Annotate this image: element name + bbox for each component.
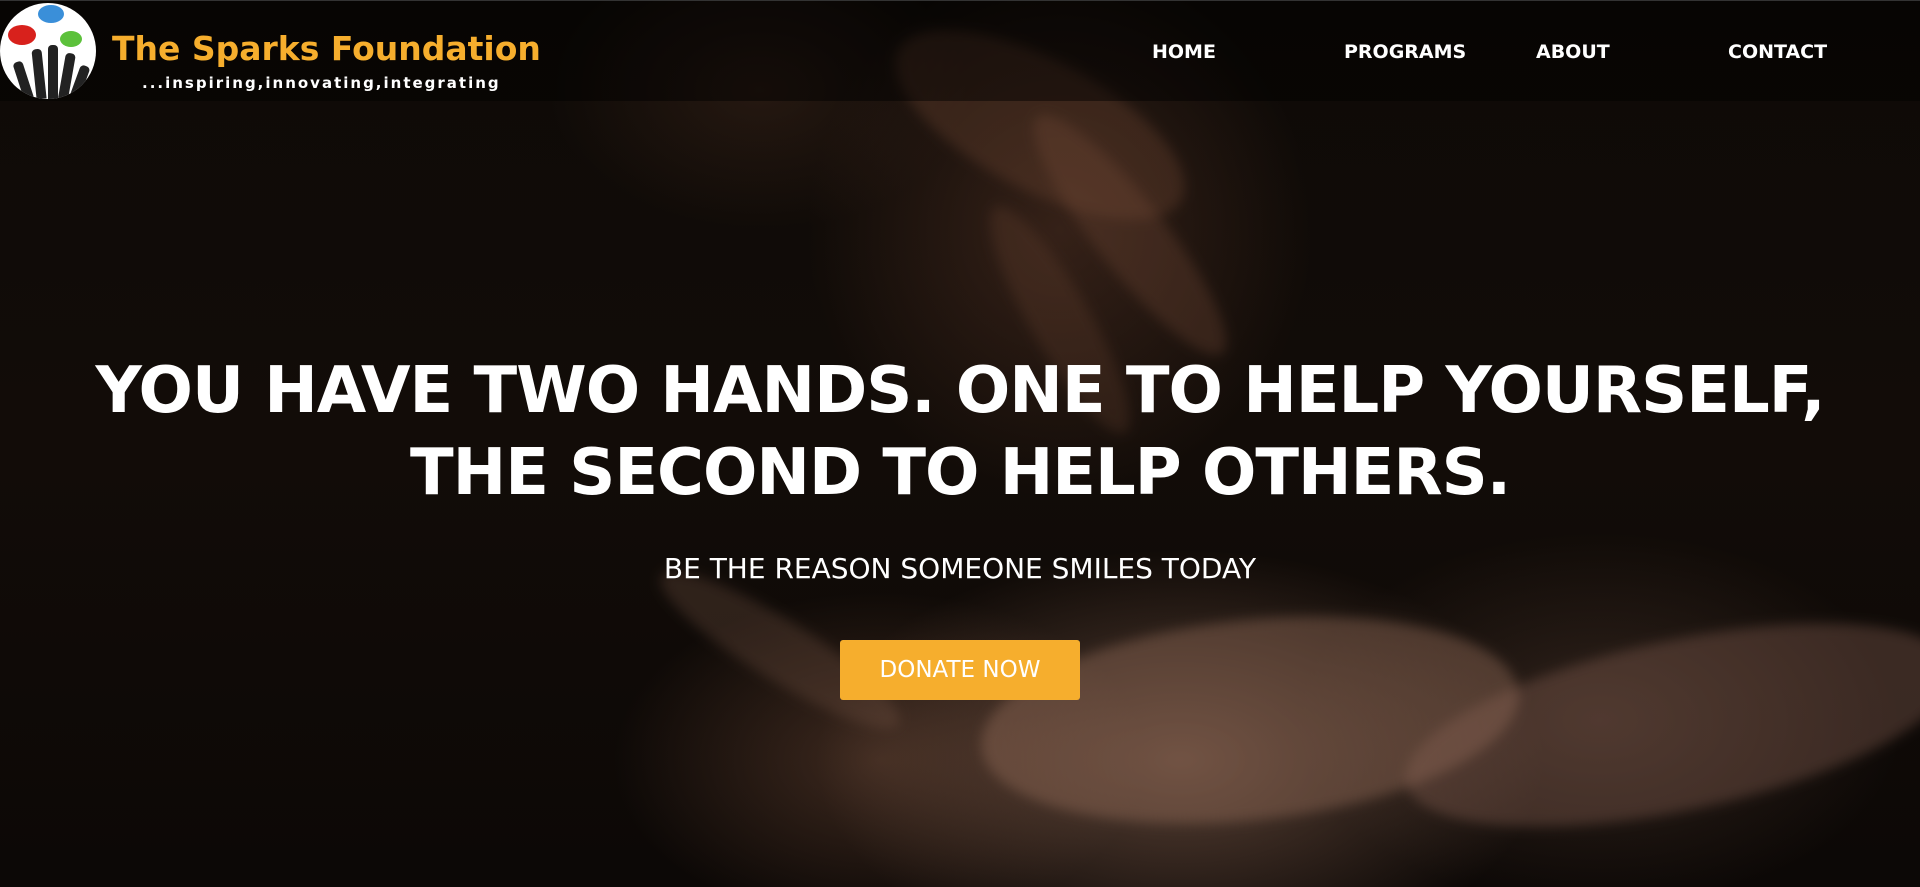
brand-tagline: ...inspiring,innovating,integrating bbox=[142, 74, 501, 92]
hero-subheadline: BE THE REASON SOMEONE SMILES TODAY bbox=[663, 552, 1257, 585]
donate-now-button[interactable]: DONATE NOW bbox=[840, 640, 1080, 700]
headline-line-2: THE SECOND TO HELP OTHERS. bbox=[410, 436, 1511, 510]
hand-image-shape bbox=[1388, 583, 1920, 867]
raised-hand-icon bbox=[48, 45, 58, 99]
logo-icon[interactable] bbox=[0, 3, 96, 99]
nav-contact-link[interactable]: CONTACT bbox=[1728, 41, 1827, 63]
raised-hand-icon bbox=[31, 48, 47, 99]
brand-name[interactable]: The Sparks Foundation bbox=[112, 29, 541, 68]
nav-home-link[interactable]: HOME bbox=[1152, 41, 1216, 63]
speech-bubble-icon bbox=[8, 25, 36, 45]
raised-hand-icon bbox=[12, 60, 34, 99]
navbar: The Sparks Foundation ...inspiring,innov… bbox=[0, 0, 1920, 101]
nav-about-link[interactable]: ABOUT bbox=[1536, 41, 1610, 63]
nav-programs-link[interactable]: PROGRAMS bbox=[1344, 41, 1466, 63]
headline-line-1: YOU HAVE TWO HANDS. ONE TO HELP YOURSELF… bbox=[95, 354, 1825, 428]
speech-bubble-icon bbox=[60, 31, 82, 47]
hero-headline: YOU HAVE TWO HANDS. ONE TO HELP YOURSELF… bbox=[0, 350, 1920, 514]
speech-bubble-icon bbox=[38, 5, 64, 23]
